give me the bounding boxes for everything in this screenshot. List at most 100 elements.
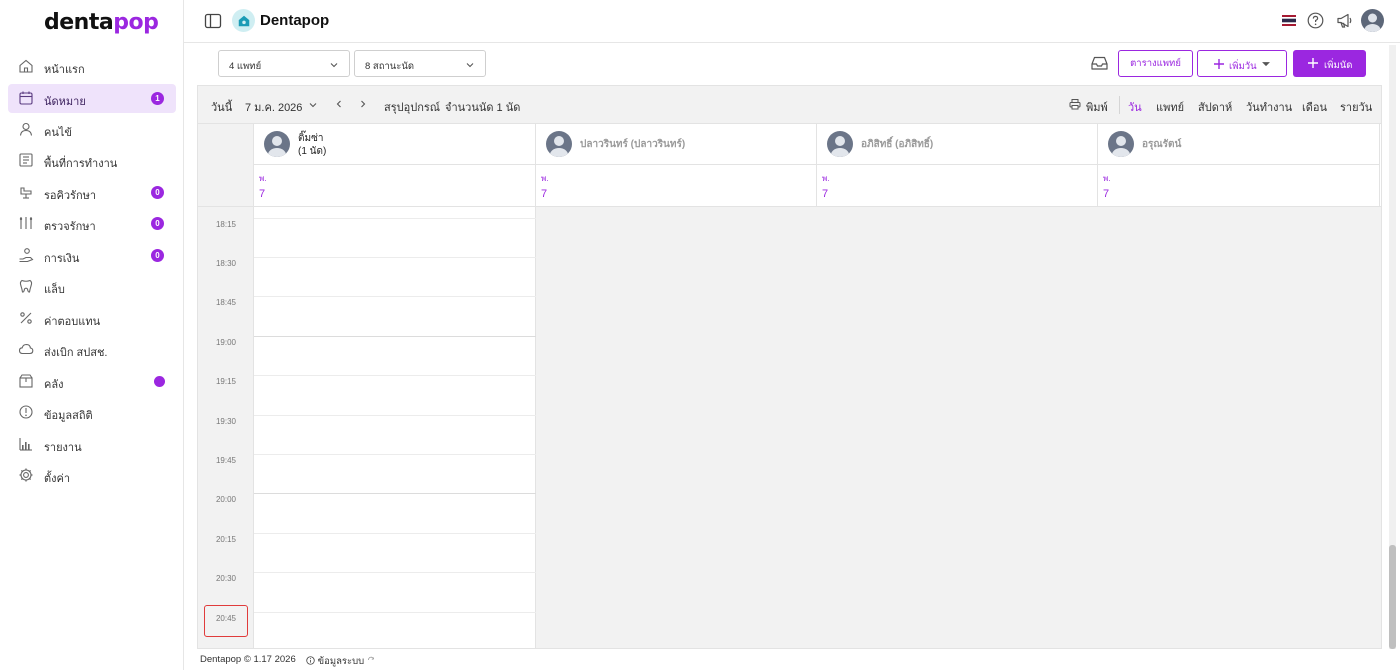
time-slot-line <box>254 296 536 298</box>
doctor-header[interactable]: อภิสิทธิ์ (อภิสิทธิ์) <box>817 124 1097 165</box>
view-day-tab[interactable]: วัน <box>1128 98 1142 116</box>
report-chart-icon <box>18 436 34 452</box>
app-title: Dentapop <box>260 12 330 29</box>
sidebar-item-label: หน้าแรก <box>44 64 85 76</box>
highlighted-time-slot[interactable] <box>204 604 248 637</box>
view-week-tab[interactable]: สัปดาห์ <box>1198 98 1232 116</box>
time-label: 20:30 <box>215 574 237 584</box>
calendar-grid: ติ๊มซ่า (1 นัด) พ. 7 ปลาวรินทร์ (ปลาวรินทร์)… <box>197 123 1382 649</box>
sidebar-item-label: คนไข้ <box>44 127 72 139</box>
sidebar-item-5[interactable]: ตรวจรักษา 0 <box>8 209 176 238</box>
sidebar-item-label: การเงิน <box>44 253 80 265</box>
sidebar-item-label: รอคิวรักษา <box>44 190 97 202</box>
time-label: 20:15 <box>215 534 237 544</box>
chevron-down-icon <box>466 63 474 68</box>
status-filter-select[interactable]: 8 สถานะนัด <box>354 50 486 77</box>
today-button[interactable]: วันนี้ <box>211 98 232 116</box>
help-icon[interactable] <box>1307 12 1324 29</box>
calendar-icon <box>18 90 34 106</box>
day-number[interactable]: 7 <box>1103 188 1109 200</box>
sidebar-item-label: ตรวจรักษา <box>44 221 96 233</box>
time-slot-line <box>254 375 536 377</box>
sidebar-item-6[interactable]: การเงิน 0 <box>8 241 176 270</box>
view-month-tab[interactable]: เดือน <box>1302 98 1327 116</box>
time-slot-line <box>254 611 536 613</box>
sidebar-item-label: ตั้งค่า <box>44 473 71 485</box>
weekday-label: พ. <box>541 174 549 183</box>
sidebar-item-label: ส่งเบิก สปสช. <box>44 347 108 359</box>
next-day-icon[interactable] <box>358 99 368 109</box>
date-picker[interactable]: 7 ม.ค. 2026 <box>245 98 302 116</box>
doctor-column-header: ติ๊มซ่า (1 นัด) พ. 7 <box>254 124 536 206</box>
sidebar-item-label: รายงาน <box>44 442 82 454</box>
doctor-schedule-button[interactable]: ตารางแพทย์ <box>1118 50 1193 77</box>
toolbar-divider <box>1119 96 1120 114</box>
inbox-icon[interactable] <box>1090 54 1109 72</box>
clinic-home-icon <box>232 9 255 32</box>
calendar-toolbar: วันนี้ 7 ม.ค. 2026 สรุปอุปกรณ์ จำนวนนัด … <box>197 85 1382 124</box>
time-slot-line <box>254 256 536 258</box>
doctor-header[interactable]: ติ๊มซ่า (1 นัด) <box>254 124 535 165</box>
view-workweek-tab[interactable]: วันทำงาน <box>1246 98 1292 116</box>
refresh-icon[interactable] <box>367 656 375 664</box>
doctor-appointment-count: (1 นัด) <box>298 146 327 157</box>
sidebar-item-8[interactable]: ค่าตอบแทน <box>8 304 176 333</box>
appointment-count: จำนวนนัด 1 นัด <box>445 102 521 114</box>
doctor-filter-select[interactable]: 4 แพทย์ <box>218 50 350 77</box>
doctor-avatar <box>1108 131 1134 157</box>
view-daily-list-tab[interactable]: รายวัน <box>1340 98 1372 116</box>
doctor-header[interactable]: อรุณรัตน์ <box>1098 124 1379 165</box>
day-number[interactable]: 7 <box>822 188 828 200</box>
print-button[interactable]: พิมพ์ <box>1086 98 1108 116</box>
day-number[interactable]: 7 <box>259 188 265 200</box>
printer-icon[interactable] <box>1069 98 1081 110</box>
equipment-summary-button[interactable]: สรุปอุปกรณ์ <box>384 98 440 116</box>
sidebar-item-11[interactable]: ข้อมูลสถิติ <box>8 398 176 427</box>
info-icon <box>306 656 315 665</box>
user-avatar[interactable] <box>1361 9 1384 32</box>
weekday-label: พ. <box>822 174 830 183</box>
sidebar-item-label: แล็บ <box>44 284 65 296</box>
caret-down-icon[interactable] <box>1261 59 1271 69</box>
footer: Dentapop © 1.17 2026 ข้อมูลระบบ <box>184 649 1400 670</box>
day-number[interactable]: 7 <box>541 188 547 200</box>
time-slot-line <box>254 493 536 495</box>
chevron-down-icon[interactable] <box>308 100 318 110</box>
time-slot-line <box>254 532 536 534</box>
sidebar-item-2[interactable]: คนไข้ <box>8 115 176 144</box>
add-appointment-button[interactable]: เพิ่มนัด <box>1293 50 1366 77</box>
doctor-column-header: อรุณรัตน์พ. 7 <box>1098 124 1380 206</box>
add-day-button[interactable]: เพิ่มวัน <box>1197 50 1287 77</box>
dentapop-logo[interactable]: dentapop <box>44 10 159 35</box>
plus-icon <box>1308 58 1318 68</box>
time-label: 19:00 <box>215 337 237 347</box>
time-slot-line <box>254 414 536 416</box>
home-icon <box>18 58 34 74</box>
sidebar-toggle-icon[interactable] <box>204 12 222 30</box>
prev-day-icon[interactable] <box>334 99 344 109</box>
announcement-icon[interactable] <box>1336 12 1354 29</box>
view-doctor-tab[interactable]: แพทย์ <box>1156 98 1184 116</box>
sidebar-item-1[interactable]: นัดหมาย 1 <box>8 84 176 113</box>
scrollbar-thumb[interactable] <box>1389 545 1396 649</box>
sidebar-item-13[interactable]: ตั้งค่า <box>8 461 176 490</box>
sidebar-item-4[interactable]: รอคิวรักษา 0 <box>8 178 176 207</box>
doctor-column-slots[interactable] <box>254 207 536 648</box>
sidebar-item-10[interactable]: คลัง <box>8 367 176 396</box>
time-label: 19:15 <box>215 377 237 387</box>
doctor-avatar <box>264 131 290 157</box>
sidebar-item-9[interactable]: ส่งเบิก สปสช. <box>8 335 176 364</box>
doctor-avatar <box>827 131 853 157</box>
weekday-label: พ. <box>1103 174 1111 183</box>
sidebar-item-7[interactable]: แล็บ <box>8 272 176 301</box>
sidebar-item-12[interactable]: รายงาน <box>8 430 176 459</box>
gear-icon <box>18 467 34 483</box>
system-info-link[interactable]: ข้อมูลระบบ <box>306 654 375 669</box>
doctor-name: อภิสิทธิ์ (อภิสิทธิ์) <box>861 139 934 150</box>
sidebar-item-0[interactable]: หน้าแรก <box>8 52 176 81</box>
doctor-header[interactable]: ปลาวรินทร์ (ปลาวรินทร์) <box>536 124 816 165</box>
sidebar-item-3[interactable]: พื้นที่การทำงาน <box>8 146 176 175</box>
sidebar-item-label: ข้อมูลสถิติ <box>44 410 93 422</box>
doctor-column-header: ปลาวรินทร์ (ปลาวรินทร์) พ. 7 <box>536 124 817 206</box>
thai-flag-icon[interactable] <box>1282 15 1296 26</box>
